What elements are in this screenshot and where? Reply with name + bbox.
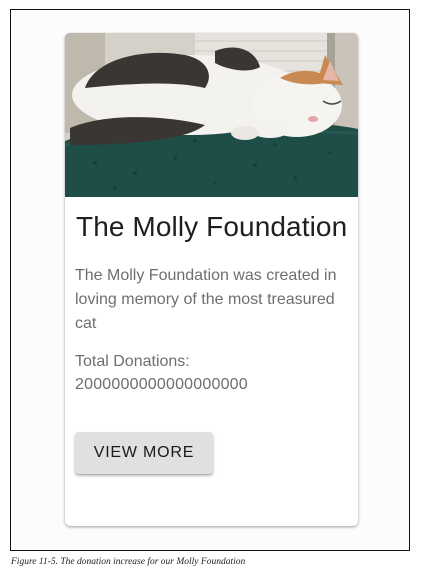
view-more-button[interactable]: VIEW MORE <box>75 432 213 474</box>
cat-photo-illustration <box>65 33 358 197</box>
card-title: The Molly Foundation <box>76 211 348 242</box>
cat-photo <box>65 33 358 197</box>
total-donations-label: Total Donations: <box>75 353 190 370</box>
foundation-card: The Molly Foundation The Molly Foundatio… <box>65 33 358 526</box>
total-donations-value: 2000000000000000000 <box>75 376 248 393</box>
figure-caption: Figure 11-5. The donation increase for o… <box>11 557 246 567</box>
card-description: The Molly Foundation was created in lovi… <box>75 267 337 332</box>
figure-frame: The Molly Foundation The Molly Foundatio… <box>10 9 410 551</box>
